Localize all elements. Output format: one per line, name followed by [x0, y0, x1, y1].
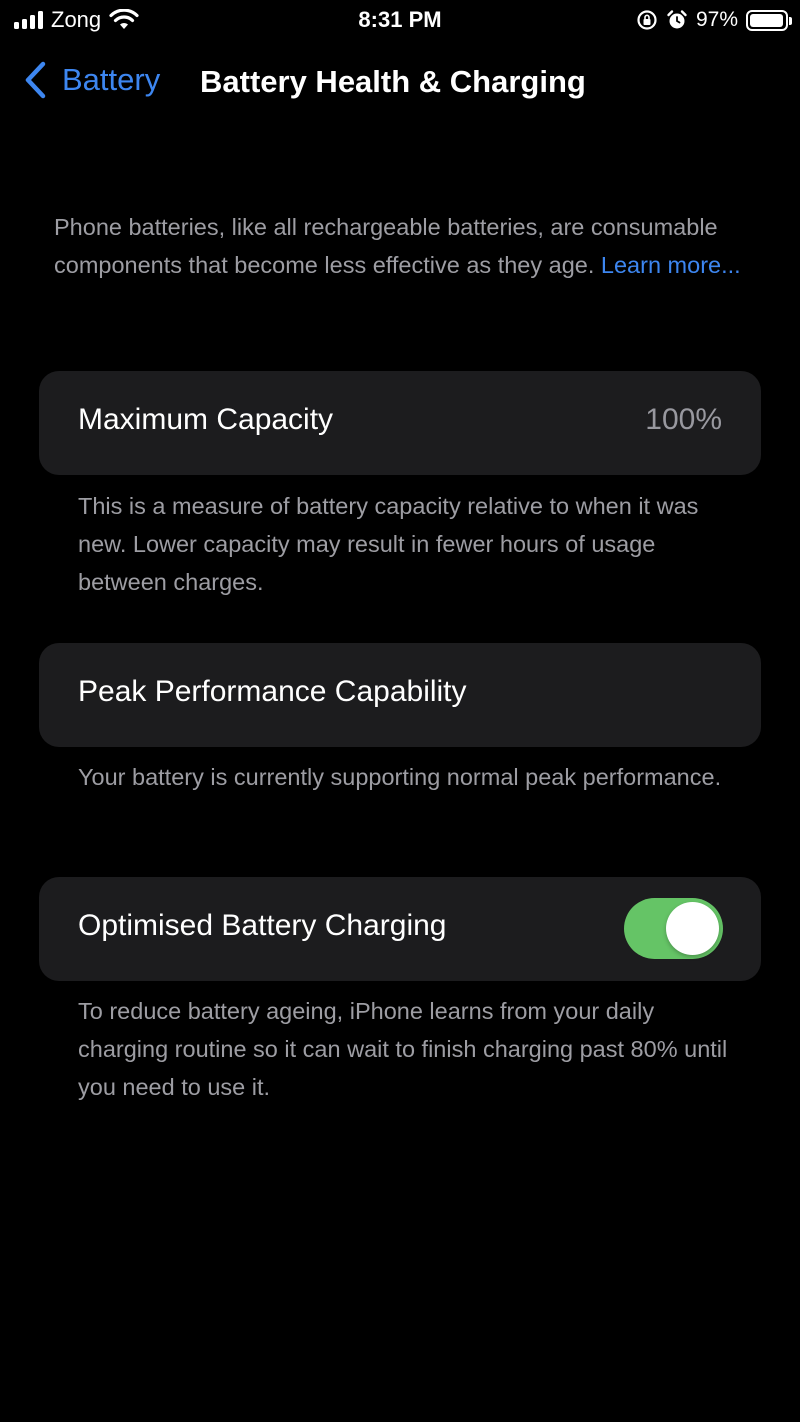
alarm-icon	[667, 10, 687, 29]
optimised-charging-row: Optimised Battery Charging	[39, 877, 761, 981]
learn-more-link[interactable]: Learn more...	[601, 252, 741, 278]
optimised-charging-label: Optimised Battery Charging	[78, 909, 447, 942]
orientation-lock-icon	[637, 10, 657, 30]
intro-description: Phone batteries, like all rechargeable b…	[54, 208, 754, 284]
navigation-bar: Battery Battery Health & Charging	[0, 52, 800, 112]
maximum-capacity-label: Maximum Capacity	[78, 403, 334, 436]
maximum-capacity-value: 100%	[645, 403, 722, 436]
optimised-charging-toggle[interactable]	[624, 898, 723, 959]
peak-performance-footnote: Your battery is currently supporting nor…	[78, 764, 722, 790]
page-title: Battery Health & Charging	[200, 64, 586, 99]
peak-performance-row: Peak Performance Capability	[39, 643, 761, 747]
maximum-capacity-row: Maximum Capacity 100%	[39, 371, 761, 475]
battery-percentage: 97%	[695, 8, 738, 31]
status-bar: Zong 8:31 PM 97%	[0, 0, 800, 42]
toggle-knob	[666, 902, 719, 955]
back-label: Battery	[62, 62, 161, 97]
battery-icon	[746, 9, 792, 31]
chevron-left-icon	[25, 61, 46, 99]
optimised-charging-footnote: To reduce battery ageing, iPhone learns …	[78, 998, 728, 1100]
back-button[interactable]: Battery	[22, 60, 160, 100]
maximum-capacity-footnote: This is a measure of battery capacity re…	[78, 493, 699, 595]
peak-performance-label: Peak Performance Capability	[78, 675, 467, 708]
status-right: 97%	[636, 6, 792, 34]
